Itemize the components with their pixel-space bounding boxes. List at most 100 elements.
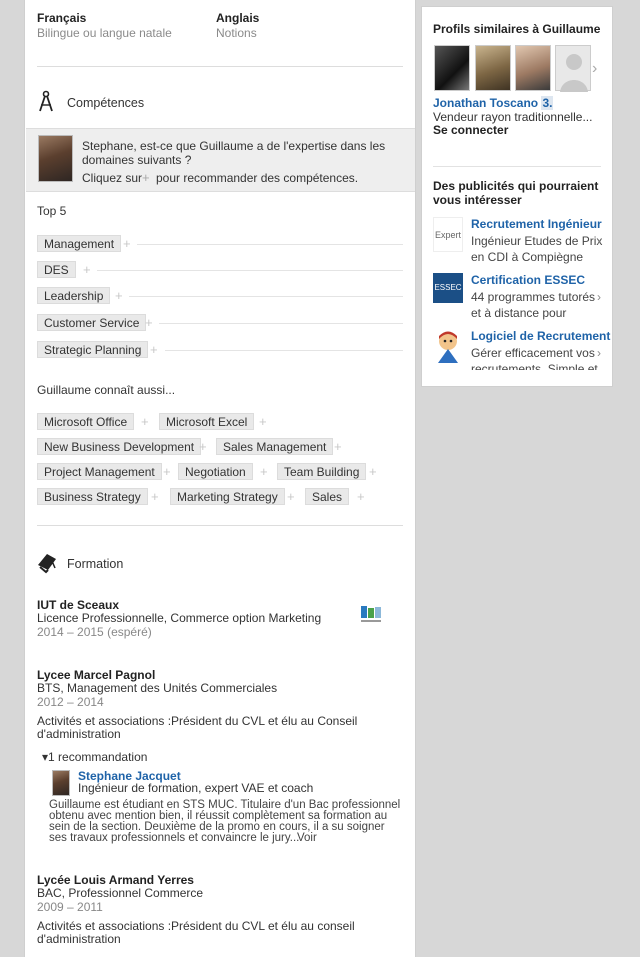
plus-icon: + [142, 170, 150, 185]
degree: BTS, Management des Unités Commerciales [37, 681, 278, 695]
person-title: Vendeur rayon traditionnelle... [433, 110, 593, 124]
ad-text: recrutements. Simple et [471, 362, 598, 370]
divider [37, 525, 403, 526]
plus-icon[interactable]: + [199, 438, 207, 455]
ad-text: en CDI à Compiègne [471, 250, 584, 264]
school-name[interactable]: Lycee Marcel Pagnol [37, 668, 155, 682]
ad-text: et à distance pour [471, 306, 567, 320]
person-name[interactable]: Jonathan Toscano [433, 96, 538, 110]
plus-icon[interactable]: + [259, 413, 267, 430]
chevron-right-icon[interactable]: › [597, 290, 601, 304]
skill-tag[interactable]: Microsoft Excel [159, 413, 255, 430]
mascot-logo-icon[interactable] [433, 329, 463, 363]
ad-logo[interactable]: ESSEC [433, 273, 463, 303]
skill-tag[interactable]: Negotiation [178, 463, 253, 480]
skill-tag[interactable]: Team Building [277, 463, 367, 480]
plus-icon[interactable]: + [115, 287, 123, 304]
next-arrow-icon[interactable]: › [592, 60, 597, 78]
degree: BAC, Professionnel Commerce [37, 886, 204, 900]
avatar[interactable] [52, 770, 70, 796]
language-name: Français [37, 11, 87, 25]
activities-label: Activités et associations : [37, 714, 172, 728]
profile-thumbnail[interactable] [434, 45, 470, 91]
see-more-link[interactable]: Voir [297, 832, 317, 844]
person-name-row: Jonathan Toscano 3. [433, 96, 554, 110]
section-title-education: Formation [67, 557, 124, 571]
plus-icon[interactable]: + [83, 261, 91, 278]
section-title-skills: Compétences [67, 96, 145, 110]
skill-tag[interactable]: Project Management [37, 463, 162, 480]
school-logo[interactable] [359, 604, 387, 626]
activities-link[interactable]: d'administration [37, 727, 121, 741]
connect-link[interactable]: Se connecter [433, 123, 508, 137]
plus-icon[interactable]: + [163, 463, 171, 480]
recommendation-count: 1 recommandation [48, 750, 148, 764]
dates: 2009 – 2011 [37, 900, 103, 914]
similar-profiles-title: Profils similaires à Guillaume [433, 22, 601, 36]
skill-tag[interactable]: Business Strategy [37, 488, 148, 505]
chevron-right-icon[interactable]: › [597, 234, 601, 248]
graduation-cap-icon [38, 554, 56, 574]
divider [433, 166, 601, 167]
recommender-title: Ingénieur de formation, expert VAE et co… [78, 781, 314, 795]
skill-tag[interactable]: Marketing Strategy [170, 488, 285, 505]
avatar [38, 135, 73, 182]
language-level: Notions [216, 26, 257, 40]
activities-link[interactable]: d'administration [37, 932, 121, 946]
ad-text-clip: recrutements. Simple et [471, 361, 601, 370]
skill-tag[interactable]: Management [37, 235, 122, 252]
prompt-text: Stephane, est-ce que Guillaume a de l'ex… [82, 139, 386, 153]
endorse-bar [165, 350, 403, 351]
skill-tag[interactable]: Strategic Planning [37, 341, 149, 358]
ad-text: Gérer efficacement vos [471, 346, 595, 360]
profile-thumbnail[interactable] [475, 45, 511, 91]
prompt-text: Cliquez sur [82, 171, 143, 185]
skill-tag[interactable]: Microsoft Office [37, 413, 135, 430]
plus-icon[interactable]: + [141, 413, 149, 430]
activities-link[interactable]: Président du CVL et élu au conseil [171, 919, 355, 933]
ad-text: Ingénieur Etudes de Prix [471, 234, 603, 248]
language-level: Bilingue ou langue natale [37, 26, 172, 40]
chevron-right-icon[interactable]: › [597, 346, 601, 360]
compass-icon [39, 90, 53, 112]
plus-icon[interactable]: + [369, 463, 377, 480]
ads-title: vous intéresser [433, 193, 522, 207]
plus-icon[interactable]: + [145, 314, 153, 331]
skill-tag[interactable]: DES [37, 261, 76, 278]
endorse-bar [97, 270, 403, 271]
plus-icon[interactable]: + [287, 488, 295, 505]
school-name[interactable]: IUT de Sceaux [37, 598, 119, 612]
profile-thumbnail[interactable] [515, 45, 551, 91]
connection-degree-badge: 3. [541, 96, 554, 110]
plus-icon[interactable]: + [151, 488, 159, 505]
also-knows-label: Guillaume connaît aussi... [37, 383, 176, 397]
dates: 2012 – 2014 [37, 695, 104, 709]
recommendation-text: ses travaux professionnels et convaincre… [49, 832, 300, 844]
profile-thumbnail[interactable] [555, 45, 591, 92]
ad-text: 44 programmes tutorés [471, 290, 596, 304]
ad-title[interactable]: Certification ESSEC [471, 273, 585, 287]
school-name[interactable]: Lycée Louis Armand Yerres [37, 873, 194, 887]
recommendation-toggle[interactable]: ▾1 recommandation [42, 750, 147, 764]
plus-icon[interactable]: + [357, 488, 365, 505]
activities-link[interactable]: Président du CVL et élu au Conseil [171, 714, 357, 728]
skill-tag[interactable]: Sales [305, 488, 350, 505]
ad-logo[interactable]: Expert [433, 217, 463, 252]
endorse-bar [137, 244, 403, 245]
skill-tag[interactable]: New Business Development [37, 438, 202, 455]
plus-icon[interactable]: + [123, 235, 131, 252]
ad-title[interactable]: Logiciel de Recrutement [471, 329, 610, 343]
plus-icon[interactable]: + [334, 438, 342, 455]
plus-icon[interactable]: + [150, 341, 158, 358]
degree: Licence Professionnelle, Commerce option… [37, 611, 322, 625]
dates: 2014 – 2015 (espéré) [37, 625, 152, 639]
skill-tag[interactable]: Customer Service [37, 314, 147, 331]
activities-label: Activités et associations : [37, 919, 172, 933]
plus-icon[interactable]: + [260, 463, 268, 480]
sidebar: Profils similaires à Guillaume › Jonatha… [421, 6, 613, 387]
endorse-bar [159, 323, 403, 324]
ad-title[interactable]: Recrutement Ingénieur [471, 217, 602, 231]
skill-tag[interactable]: Sales Management [216, 438, 334, 455]
language-name: Anglais [216, 11, 260, 25]
skill-tag[interactable]: Leadership [37, 287, 111, 304]
